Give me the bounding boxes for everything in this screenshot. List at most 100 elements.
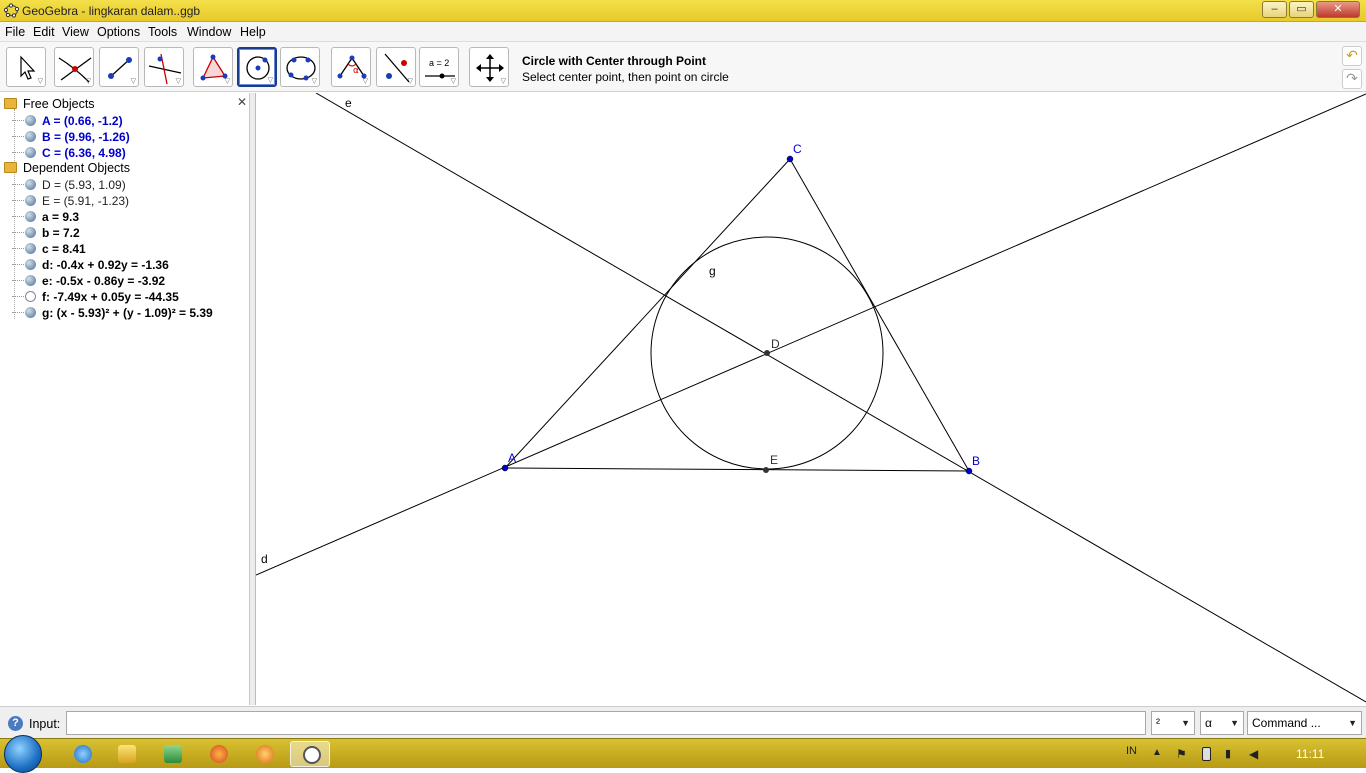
graphics-view[interactable]: A B C D E d e g [255,92,1366,705]
point-e[interactable] [763,467,769,473]
greek-dropdown[interactable]: α ▼ [1200,711,1244,735]
redo-icon[interactable]: ↷ [1342,69,1362,89]
label-line-e: e [345,96,352,110]
algebra-item-text: b = 7.2 [42,226,80,240]
visibility-toggle-icon[interactable] [25,147,36,158]
point-d[interactable] [764,350,770,356]
menu-tools[interactable]: Tools [148,25,177,39]
segment-a[interactable] [789,158,970,472]
chevron-down-icon: ▼ [1348,718,1357,728]
line-tool[interactable]: ▽ [99,47,139,87]
menu-file[interactable]: File [5,25,25,39]
visibility-toggle-icon[interactable] [25,211,36,222]
input-bar: ? Input: ² ▼ α ▼ Command ... ▼ [0,706,1366,738]
tree-connector [12,296,24,297]
move-graphics-tool[interactable]: ▽ [469,47,509,87]
geogebra-icon[interactable] [290,741,330,767]
visibility-toggle-icon[interactable] [25,131,36,142]
algebra-item-text: e: -0.5x - 0.86y = -3.92 [42,274,166,288]
geogebra-window: GeoGebra - lingkaran dalam..ggb ‒ ▭ ✕ Fi… [0,0,1366,773]
close-button[interactable]: ✕ [1316,1,1360,18]
conic-tool[interactable]: ▽ [280,47,320,87]
tree-connector [12,136,24,137]
language-indicator[interactable]: IN [1126,745,1137,757]
dropdown-triangle-icon: ▽ [450,78,456,85]
volume-icon[interactable]: ◀ [1249,747,1262,761]
taskbar: IN ▲ ⚑ ▮ ◀ 11:11 [0,735,1366,773]
segment-c[interactable] [504,467,970,472]
file-explorer-icon[interactable] [106,741,146,767]
clock[interactable]: 11:11 [1296,747,1324,761]
command-input[interactable] [66,711,1146,735]
label-e: E [770,453,778,467]
title-bar: GeoGebra - lingkaran dalam..ggb ‒ ▭ ✕ [0,0,1366,22]
show-hidden-icons-icon[interactable]: ▲ [1152,747,1165,760]
slider-tool[interactable]: a = 2 ▽ [419,47,459,87]
spreadsheet-app-icon[interactable] [152,741,192,767]
visibility-toggle-icon[interactable] [25,195,36,206]
dropdown-triangle-icon: ▽ [130,78,136,85]
algebra-item-text: d: -0.4x + 0.92y = -1.36 [42,258,169,272]
perpendicular-tool[interactable]: ▽ [144,47,184,87]
menu-help[interactable]: Help [240,25,266,39]
menu-edit[interactable]: Edit [33,25,55,39]
menu-view[interactable]: View [62,25,89,39]
free-objects-header[interactable]: Free Objects [23,97,95,111]
label-line-d: d [261,552,268,566]
reflect-tool[interactable]: ▽ [376,47,416,87]
visibility-toggle-icon[interactable] [25,291,36,302]
move-tool[interactable]: ▽ [6,47,46,87]
symbol-dropdown[interactable]: ² ▼ [1151,711,1195,735]
dropdown-triangle-icon: ▽ [37,78,43,85]
segment-b[interactable] [504,158,791,469]
visibility-toggle-icon[interactable] [25,243,36,254]
label-circle-g: g [709,264,716,278]
circle-tool[interactable]: ▽ [237,47,277,87]
label-d: D [771,337,780,351]
point-b[interactable] [965,467,973,475]
point-a[interactable] [501,464,509,472]
menu-options[interactable]: Options [97,25,140,39]
algebra-item-text: A = (0.66, -1.2) [42,114,123,128]
command-dropdown[interactable]: Command ... ▼ [1247,711,1362,735]
battery-icon[interactable] [1202,747,1211,761]
point-tool[interactable]: ▽ [54,47,94,87]
tree-connector [12,264,24,265]
undo-icon[interactable]: ↶ [1342,46,1362,66]
algebra-view: ✕ Free Objects A = (0.66, -1.2) B = (9.9… [0,93,250,705]
angle-tool[interactable]: α ▽ [331,47,371,87]
visibility-toggle-icon[interactable] [25,259,36,270]
menu-window[interactable]: Window [187,25,231,39]
algebra-item-text: g: (x - 5.93)² + (y - 1.09)² = 5.39 [42,306,213,320]
recycle-app-icon[interactable] [244,741,284,767]
action-center-flag-icon[interactable]: ⚑ [1176,747,1189,761]
tree-connector [12,120,24,121]
visibility-toggle-icon[interactable] [25,227,36,238]
minimize-button[interactable]: ‒ [1262,1,1287,18]
visibility-toggle-icon[interactable] [25,307,36,318]
visibility-toggle-icon[interactable] [25,115,36,126]
tree-connector [12,232,24,233]
input-label: Input: [29,717,61,731]
line-e[interactable] [315,92,1366,703]
dependent-objects-header[interactable]: Dependent Objects [23,161,130,175]
polygon-tool[interactable]: ▽ [193,47,233,87]
network-signal-icon[interactable]: ▮ [1225,747,1238,760]
tree-connector [12,184,24,185]
point-c[interactable] [786,155,794,163]
visibility-toggle-icon[interactable] [25,275,36,286]
visibility-toggle-icon[interactable] [25,179,36,190]
tool-description-hint: Select center point, then point on circl… [522,70,729,84]
start-button[interactable] [4,735,42,773]
construction-canvas[interactable]: A B C D E d e g [255,92,1366,705]
label-b: B [972,454,980,468]
help-icon[interactable]: ? [8,716,23,731]
internet-explorer-icon[interactable] [62,741,102,767]
line-d[interactable] [255,93,1366,576]
tree-guide-line [14,109,15,319]
close-algebra-icon[interactable]: ✕ [237,95,247,109]
maximize-button[interactable]: ▭ [1289,1,1314,18]
firefox-icon[interactable] [198,741,238,767]
algebra-item-text: D = (5.93, 1.09) [42,178,126,192]
dropdown-triangle-icon: ▽ [362,78,368,85]
